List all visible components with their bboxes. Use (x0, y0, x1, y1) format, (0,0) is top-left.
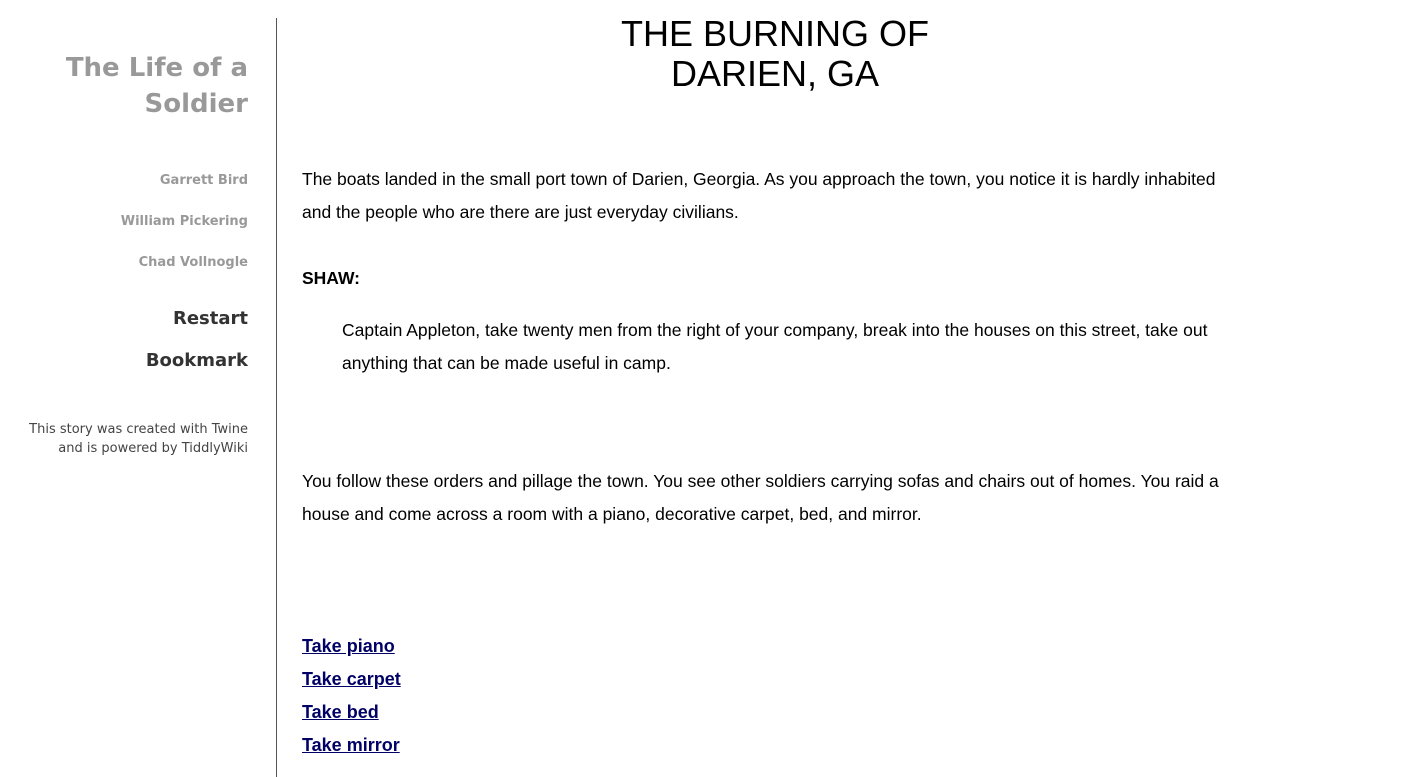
speaker-quote: Captain Appleton, take twenty men from t… (342, 320, 1208, 373)
choice-list: Take piano Take carpet Take bed Take mir… (302, 630, 401, 762)
restart-link[interactable]: Restart (173, 308, 248, 329)
passage-paragraph-intro: The boats landed in the small port town … (302, 169, 1216, 222)
author-garrett-bird: Garrett Bird (159, 173, 248, 188)
passage-title: THE BURNING OF DARIEN, GA (620, 13, 929, 94)
story-title: The Life of a Soldier (65, 53, 248, 119)
passage-paragraph-pillage: You follow these orders and pillage the … (302, 471, 1219, 524)
credits-text: This story was created with Twine and is… (29, 422, 248, 456)
speaker-label: SHAW: (302, 268, 361, 288)
bookmark-link[interactable]: Bookmark (146, 350, 248, 371)
choice-take-bed[interactable]: Take bed (302, 696, 401, 729)
sidebar-divider (276, 18, 277, 777)
choice-take-mirror[interactable]: Take mirror (302, 729, 401, 762)
choice-take-piano[interactable]: Take piano (302, 630, 401, 663)
author-chad-vollnogle: Chad Vollnogle (138, 255, 248, 270)
choice-take-carpet[interactable]: Take carpet (302, 663, 401, 696)
author-william-pickering: William Pickering (120, 214, 248, 229)
